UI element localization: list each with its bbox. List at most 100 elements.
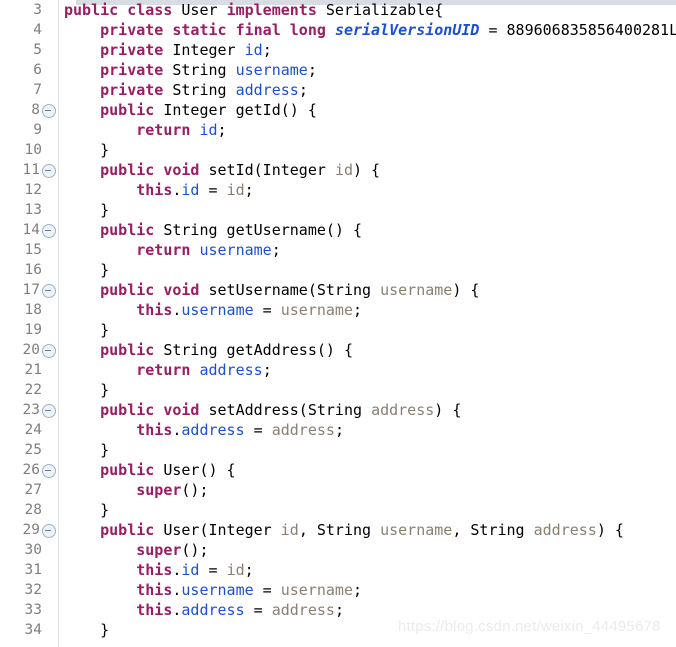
fold-collapse-icon[interactable] xyxy=(42,524,56,538)
line-number-row[interactable]: 19 xyxy=(0,320,58,340)
code-line[interactable]: return username; xyxy=(64,240,676,260)
code-token: id xyxy=(244,41,263,59)
line-number-row[interactable]: 10 xyxy=(0,140,58,160)
line-number-row[interactable]: 23 xyxy=(0,400,58,420)
code-token: this xyxy=(136,561,173,579)
line-number-row[interactable]: 21 xyxy=(0,360,58,380)
line-number-row[interactable]: 29 xyxy=(0,520,58,540)
code-line[interactable]: } xyxy=(64,500,676,520)
line-number: 16 xyxy=(24,262,42,278)
line-number: 33 xyxy=(24,602,42,618)
code-line[interactable]: this.address = address; xyxy=(64,600,676,620)
code-token: Integer getId() { xyxy=(154,101,317,119)
code-line[interactable]: } xyxy=(64,140,676,160)
code-token: ; xyxy=(307,61,317,79)
line-number-row[interactable]: 31 xyxy=(0,560,58,580)
code-line[interactable]: } xyxy=(64,380,676,400)
fold-collapse-icon[interactable] xyxy=(42,104,56,118)
line-number-row[interactable]: 14 xyxy=(0,220,58,240)
code-editor[interactable]: 3 4 5 6 7 8 9 10 11 12 13 14 15 16 17 18 19 20 21 22 23 24 25 2… xyxy=(0,0,676,647)
code-line[interactable]: this.id = id; xyxy=(64,180,676,200)
code-token: (); xyxy=(181,541,209,559)
code-line[interactable]: } xyxy=(64,320,676,340)
code-token: id xyxy=(280,521,299,539)
code-line[interactable]: private String address; xyxy=(64,80,676,100)
code-token: } xyxy=(100,261,110,279)
line-number-row[interactable]: 16 xyxy=(0,260,58,280)
code-line[interactable]: this.address = address; xyxy=(64,420,676,440)
code-line[interactable]: public User(Integer id, String username,… xyxy=(64,520,676,540)
code-line[interactable]: public void setAddress(String address) { xyxy=(64,400,676,420)
code-token: } xyxy=(100,621,110,639)
line-number-row[interactable]: 12 xyxy=(0,180,58,200)
code-line[interactable]: public User() { xyxy=(64,460,676,480)
line-number-row[interactable]: 8 xyxy=(0,100,58,120)
code-line[interactable]: } xyxy=(64,200,676,220)
code-line[interactable]: this.username = username; xyxy=(64,300,676,320)
code-token: super xyxy=(136,541,182,559)
line-number-row[interactable]: 22 xyxy=(0,380,58,400)
code-token: address xyxy=(271,421,335,439)
line-number-row[interactable]: 5 xyxy=(0,40,58,60)
code-line[interactable]: public void setUsername(String username)… xyxy=(64,280,676,300)
code-line[interactable]: this.id = id; xyxy=(64,560,676,580)
line-number-row[interactable]: 11 xyxy=(0,160,58,180)
line-number-row[interactable]: 24 xyxy=(0,420,58,440)
code-line[interactable]: private Integer id; xyxy=(64,40,676,60)
line-number-row[interactable]: 17 xyxy=(0,280,58,300)
code-line[interactable]: public class User implements Serializabl… xyxy=(64,0,676,20)
fold-collapse-icon[interactable] xyxy=(42,464,56,478)
line-number-row[interactable]: 34 xyxy=(0,620,58,640)
line-number-row[interactable]: 27 xyxy=(0,480,58,500)
line-number-row[interactable]: 30 xyxy=(0,540,58,560)
fold-collapse-icon[interactable] xyxy=(42,164,56,178)
line-number-row[interactable]: 26 xyxy=(0,460,58,480)
line-number-row[interactable]: 7 xyxy=(0,80,58,100)
code-line[interactable]: return address; xyxy=(64,360,676,380)
line-number-row[interactable]: 6 xyxy=(0,60,58,80)
code-line[interactable]: this.username = username; xyxy=(64,580,676,600)
line-number: 21 xyxy=(24,362,42,378)
code-token: String xyxy=(163,81,236,99)
line-number-row[interactable]: 32 xyxy=(0,580,58,600)
code-line[interactable]: } xyxy=(64,440,676,460)
code-token: ; xyxy=(271,241,281,259)
code-line[interactable]: return id; xyxy=(64,120,676,140)
line-number-row[interactable]: 13 xyxy=(0,200,58,220)
line-number-row[interactable]: 20 xyxy=(0,340,58,360)
code-token: username xyxy=(181,301,254,319)
line-number-row[interactable]: 15 xyxy=(0,240,58,260)
code-line[interactable]: public void setId(Integer id) { xyxy=(64,160,676,180)
line-number-row[interactable]: 18 xyxy=(0,300,58,320)
fold-collapse-icon[interactable] xyxy=(42,284,56,298)
code-line[interactable]: } xyxy=(64,260,676,280)
line-number-row[interactable]: 25 xyxy=(0,440,58,460)
code-line[interactable]: public String getUsername() { xyxy=(64,220,676,240)
code-line[interactable]: public Integer getId() { xyxy=(64,100,676,120)
line-number-row[interactable]: 9 xyxy=(0,120,58,140)
line-number-row[interactable]: 4 xyxy=(0,20,58,40)
line-number-row[interactable]: 28 xyxy=(0,500,58,520)
code-line[interactable]: super(); xyxy=(64,540,676,560)
line-number-row[interactable]: 3 xyxy=(0,0,58,20)
code-token: public xyxy=(100,521,155,539)
line-number-row[interactable]: 33 xyxy=(0,600,58,620)
fold-collapse-icon[interactable] xyxy=(42,404,56,418)
code-token: class xyxy=(127,1,173,19)
code-line[interactable]: public String getAddress() { xyxy=(64,340,676,360)
fold-collapse-icon[interactable] xyxy=(42,344,56,358)
code-line[interactable]: private String username; xyxy=(64,60,676,80)
code-content[interactable]: public class User implements Serializabl… xyxy=(64,0,676,647)
code-line[interactable]: private static final long serialVersionU… xyxy=(64,20,676,40)
code-line[interactable]: super(); xyxy=(64,480,676,500)
fold-collapse-icon[interactable] xyxy=(42,224,56,238)
